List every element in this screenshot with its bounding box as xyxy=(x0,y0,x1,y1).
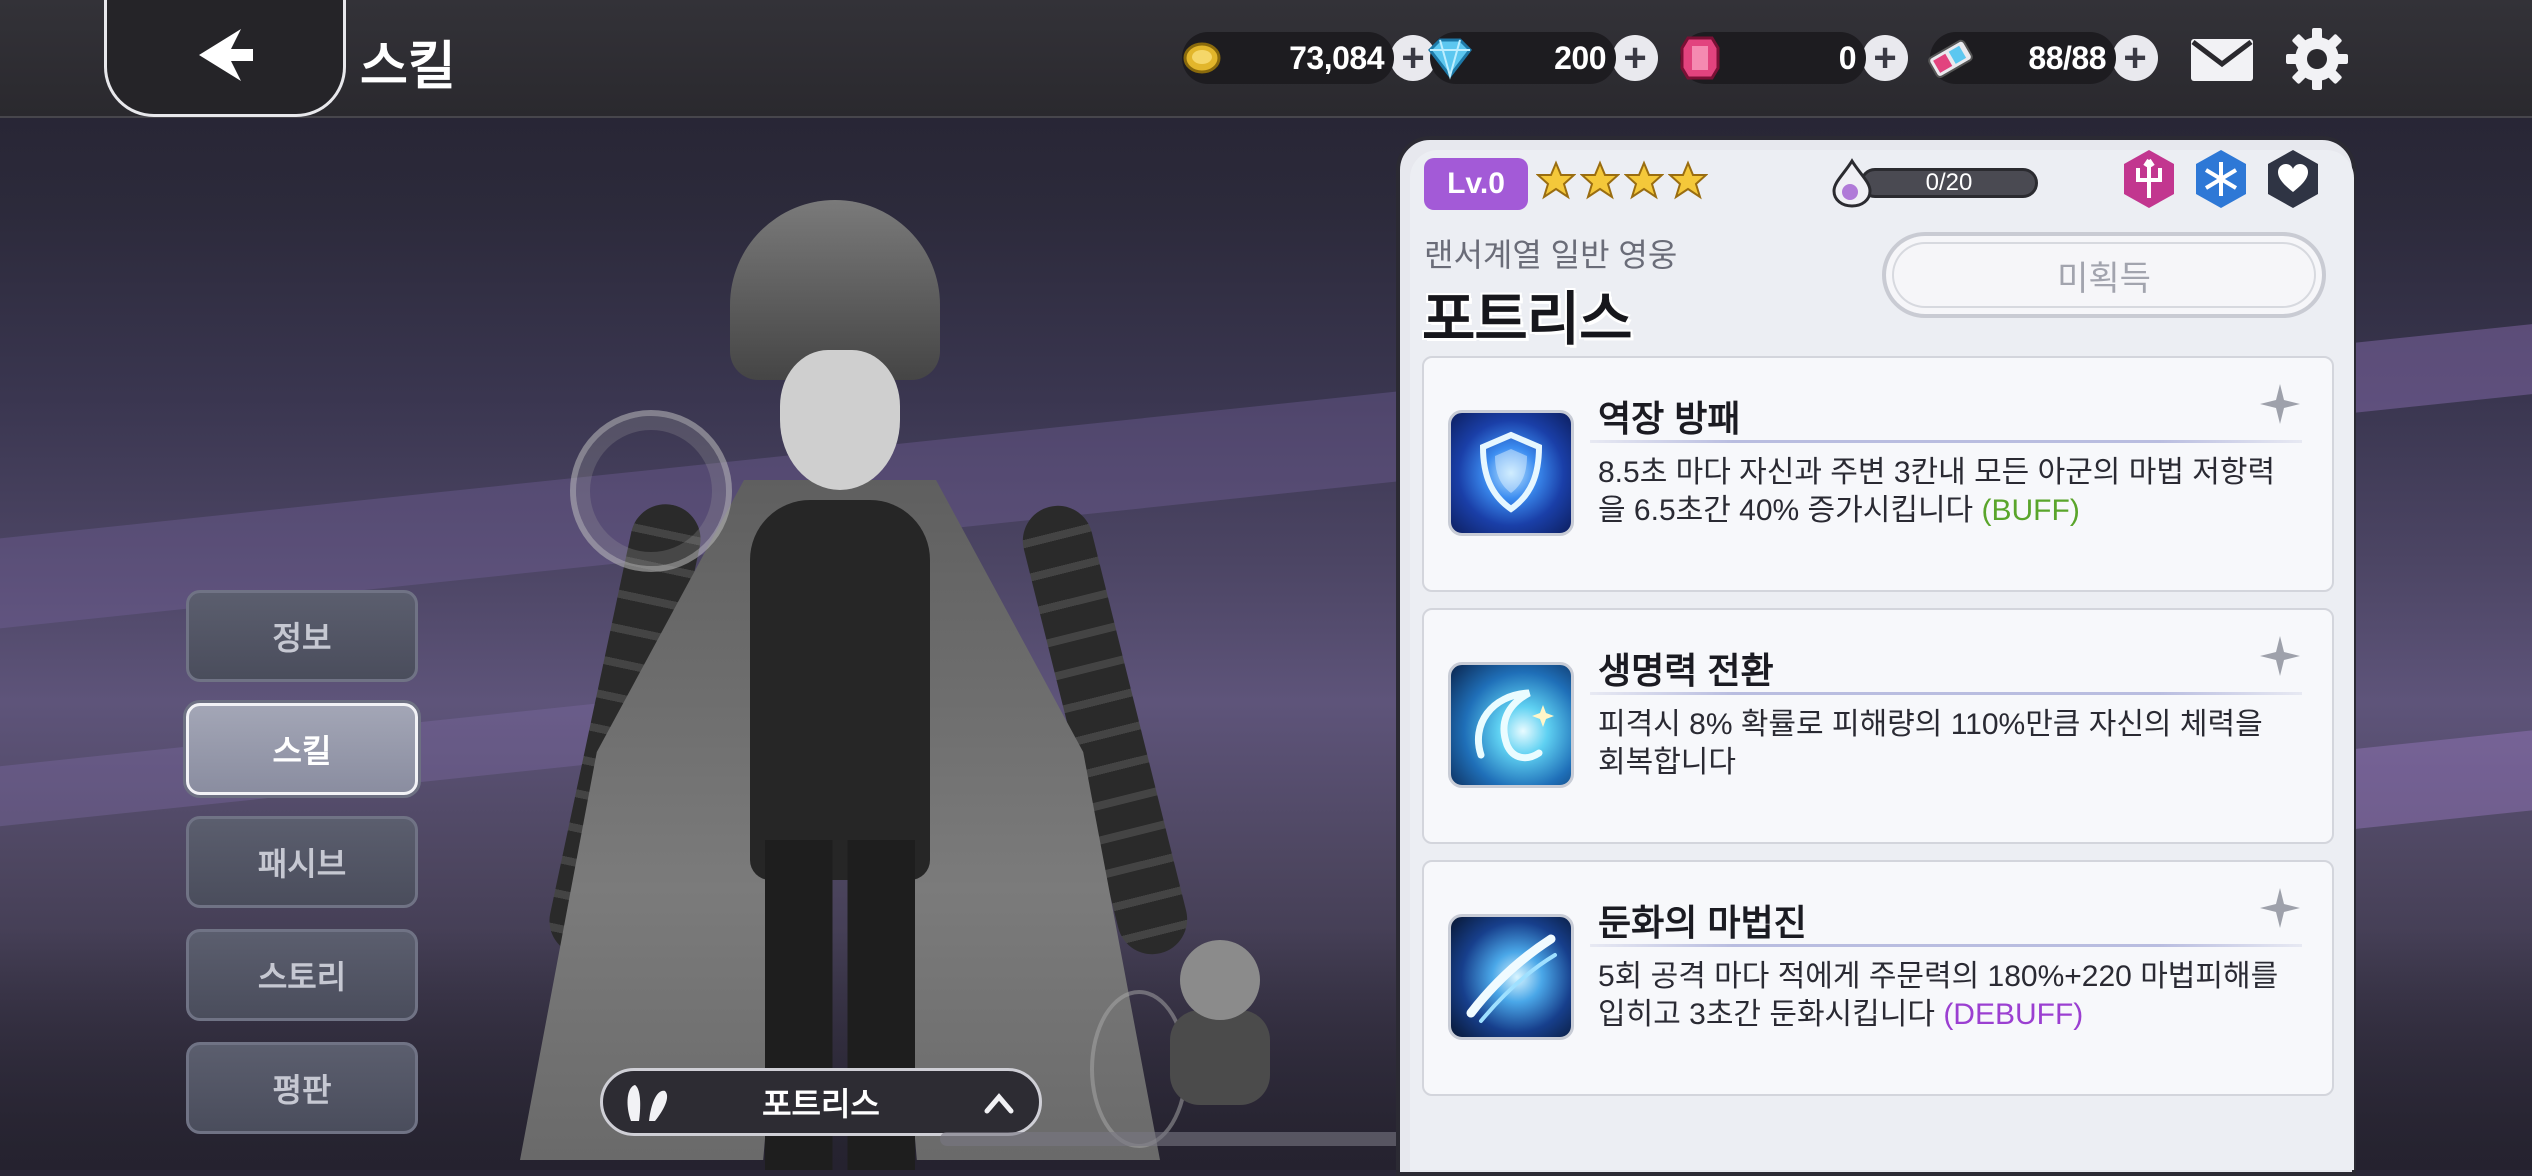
hero-face xyxy=(780,350,900,490)
resource-pill: 200 xyxy=(1428,32,1616,84)
add-stamina-button[interactable]: + xyxy=(2112,35,2158,81)
diamond-value: 200 xyxy=(1554,39,1606,76)
skill-divider xyxy=(1590,440,2302,443)
skill-description: 8.5초 마다 자신과 주변 3칸내 모든 아군의 마법 저항력을 6.5초간 … xyxy=(1598,454,2298,530)
hero-name: 포트리스 xyxy=(1422,287,1632,352)
hero-class-line: 랜서계열 일반 영웅 xyxy=(1424,237,1678,273)
page-title: 스킬 xyxy=(360,38,456,96)
hero-level-badge: Lv.0 xyxy=(1424,158,1528,210)
skill-tag-buff: (BUFF) xyxy=(1981,494,2080,527)
resource-stamina: 88/88 + xyxy=(1928,32,2158,84)
swirl-skill-icon xyxy=(1448,662,1574,788)
resource-pill: 88/88 xyxy=(1928,32,2116,84)
skill-divider xyxy=(1590,944,2302,947)
add-ruby-button[interactable]: + xyxy=(1862,35,1908,81)
unowned-status-button[interactable]: 미획득 xyxy=(1882,232,2326,318)
diamond-icon xyxy=(1424,32,1476,84)
gold-value: 73,084 xyxy=(1289,39,1384,76)
top-bar: 스킬 73,084 + 200 + 0 + 88/88 + xyxy=(0,0,2532,118)
tab-passive[interactable]: 패시브 xyxy=(186,816,418,908)
heart-icon xyxy=(2268,150,2318,208)
skill-name: 역장 방패 xyxy=(1598,398,1741,439)
tab-reputation[interactable]: 평판 xyxy=(186,1042,418,1134)
shield-skill-icon xyxy=(1448,410,1574,536)
hero-selector[interactable]: 포트리스 xyxy=(600,1068,1042,1136)
snowflake-icon xyxy=(2196,150,2246,208)
star-icon xyxy=(1668,160,1708,200)
gold-coin-icon xyxy=(1176,32,1228,84)
hero-chibi xyxy=(1160,940,1280,1110)
mail-icon[interactable] xyxy=(2188,36,2256,84)
tab-story[interactable]: 스토리 xyxy=(186,929,418,1021)
chevron-up-icon[interactable] xyxy=(983,1091,1015,1115)
skill-description-text: 피격시 8% 확률로 피해량의 110%만큼 자신의 체력을 회복합니다 xyxy=(1598,708,2263,779)
skill-description: 피격시 8% 확률로 피해량의 110%만큼 자신의 체력을 회복합니다 xyxy=(1598,706,2298,782)
hero-star-rating xyxy=(1536,160,1708,200)
back-arrow-icon xyxy=(199,29,253,81)
skill-name: 둔화의 마법진 xyxy=(1598,902,1807,943)
skill-divider xyxy=(1590,692,2302,695)
sparkle-icon xyxy=(2260,384,2300,424)
sparkle-icon xyxy=(2260,636,2300,676)
skill-description: 5회 공격 마다 적에게 주문력의 180%+220 마법피해를 입히고 3초간… xyxy=(1598,958,2298,1034)
skill-name: 생명력 전환 xyxy=(1598,650,1774,691)
add-diamond-button[interactable]: + xyxy=(1612,35,1658,81)
skill-tag-debuff: (DEBUFF) xyxy=(1943,998,2084,1031)
skill-card[interactable]: 둔화의 마법진 5회 공격 마다 적에게 주문력의 180%+220 마법피해를… xyxy=(1422,860,2334,1096)
magic-circle xyxy=(570,410,732,572)
skill-card[interactable]: 생명력 전환 피격시 8% 확률로 피해량의 110%만큼 자신의 체력을 회복… xyxy=(1422,608,2334,844)
soul-progress: 0/20 xyxy=(1830,158,2050,208)
stamina-value: 88/88 xyxy=(2028,39,2106,76)
sparkle-icon xyxy=(2260,888,2300,928)
resource-gold: 73,084 + xyxy=(1182,32,1436,84)
star-icon xyxy=(1536,160,1576,200)
skill-description-text: 8.5초 마다 자신과 주변 3칸내 모든 아군의 마법 저항력을 6.5초간 … xyxy=(1598,456,2276,527)
tab-info[interactable]: 정보 xyxy=(186,590,418,682)
stamina-ticket-icon xyxy=(1924,32,1976,84)
skill-description-text: 5회 공격 마다 적에게 주문력의 180%+220 마법피해를 입히고 3초간… xyxy=(1598,960,2279,1031)
skill-card[interactable]: 역장 방패 8.5초 마다 자신과 주변 3칸내 모든 아군의 마법 저항력을 … xyxy=(1422,356,2334,592)
trident-icon xyxy=(2124,150,2174,208)
resource-ruby: 0 + xyxy=(1680,32,1908,84)
resource-pill: 0 xyxy=(1680,32,1866,84)
slash-skill-icon xyxy=(1448,914,1574,1040)
resource-pill: 73,084 xyxy=(1182,32,1394,84)
tab-skill[interactable]: 스킬 xyxy=(186,703,418,795)
settings-gear-icon[interactable] xyxy=(2284,26,2350,92)
resource-diamond: 200 + xyxy=(1428,32,1658,84)
ruby-value: 0 xyxy=(1838,39,1857,76)
ruby-gem-icon xyxy=(1674,32,1726,84)
back-button[interactable] xyxy=(104,0,346,117)
hero-dress xyxy=(750,500,930,880)
hero-selector-name: 포트리스 xyxy=(762,1086,880,1122)
star-icon xyxy=(1580,160,1620,200)
soul-progress-text: 0/20 xyxy=(1925,169,1973,196)
star-icon xyxy=(1624,160,1664,200)
